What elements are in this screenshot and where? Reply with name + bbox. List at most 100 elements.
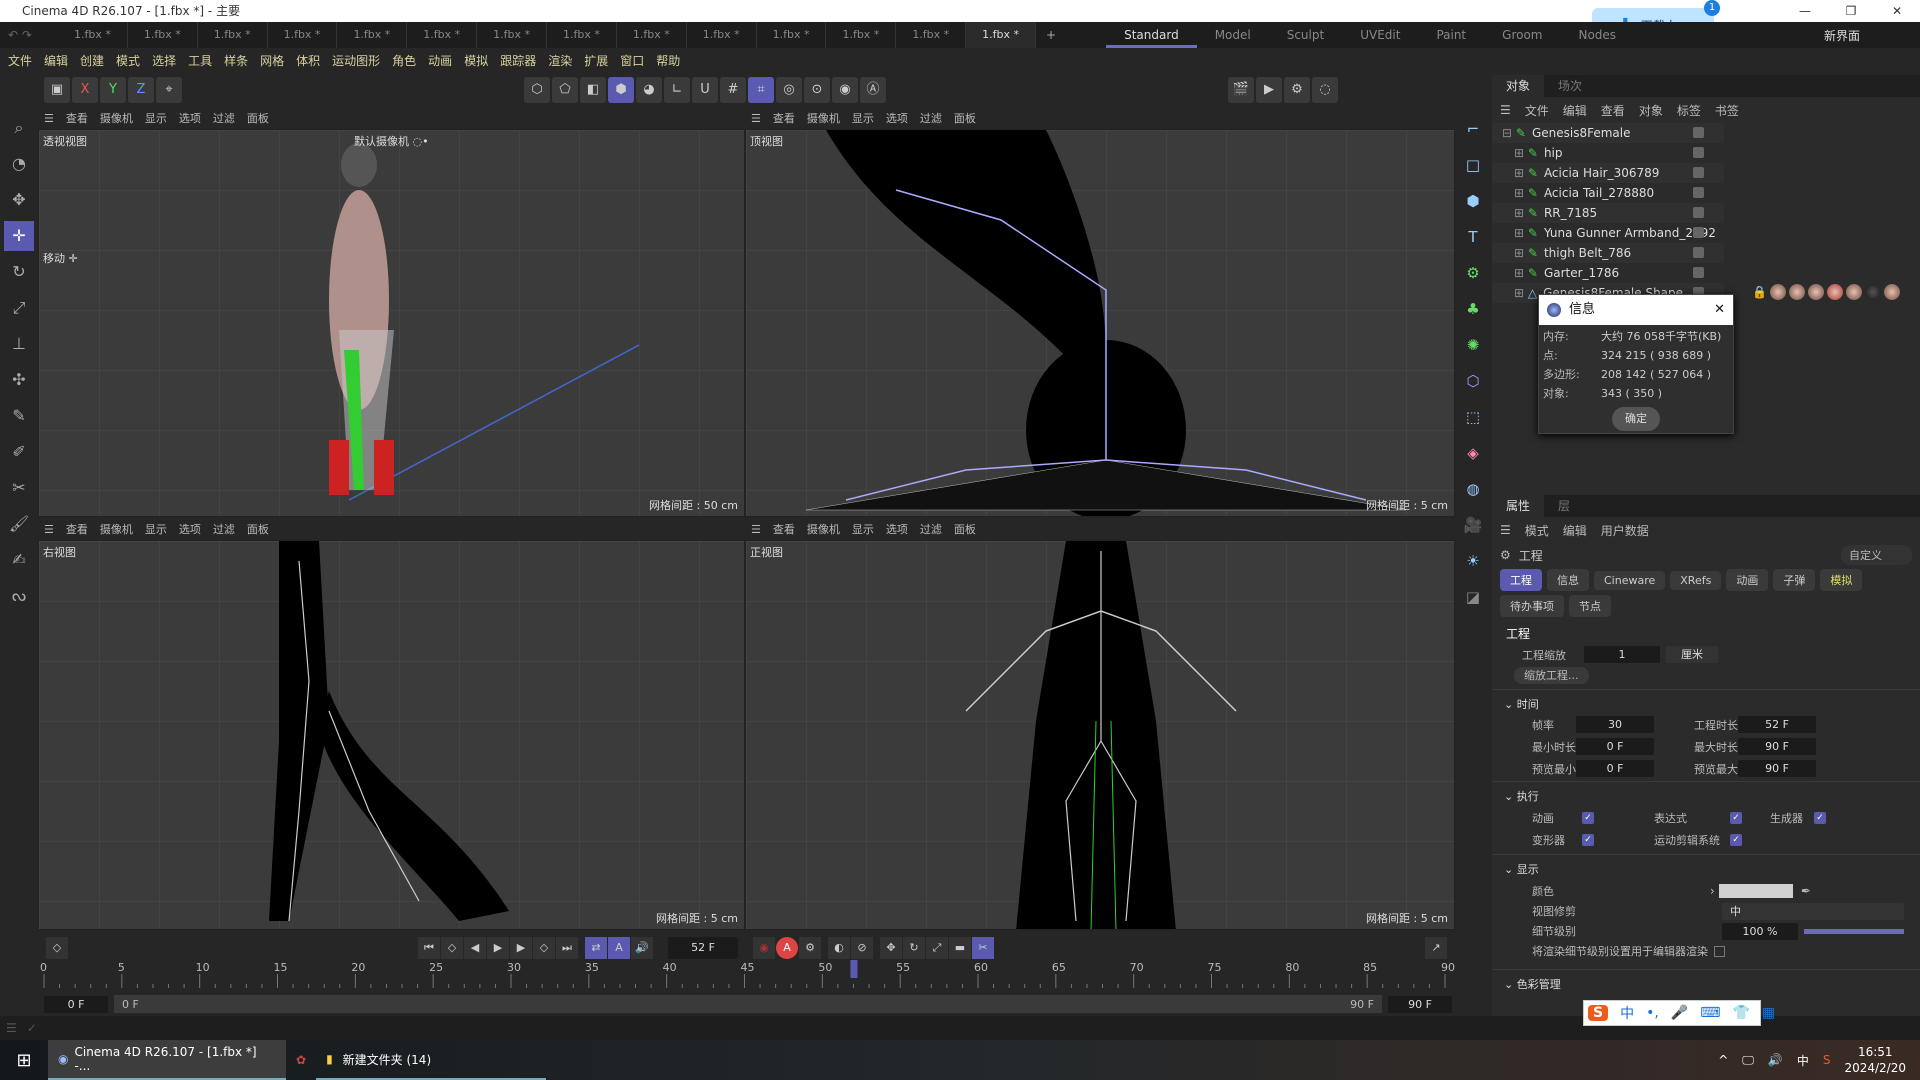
- viewport-menu-item[interactable]: 显示: [852, 110, 874, 126]
- visibility-checkbox[interactable]: [1693, 247, 1704, 258]
- sound-icon[interactable]: 🔊: [631, 937, 653, 959]
- viewport-menu-item[interactable]: 面板: [247, 110, 269, 126]
- file-tab[interactable]: 1.fbx *: [268, 22, 338, 48]
- search-icon[interactable]: ⌕: [4, 113, 34, 143]
- ime-skin-icon[interactable]: 👕: [1732, 1005, 1749, 1021]
- magnet-icon[interactable]: U: [692, 77, 718, 103]
- tray-chevron-icon[interactable]: ^: [1718, 1053, 1728, 1067]
- time-section[interactable]: ⌄ 时间: [1492, 689, 1920, 712]
- close-button[interactable]: ✕: [1874, 0, 1920, 22]
- view-clip-dropdown[interactable]: 中: [1722, 902, 1904, 920]
- mograph-icon[interactable]: ♣: [1459, 295, 1487, 323]
- scale-field[interactable]: 1: [1584, 646, 1660, 663]
- viewport-menu-item[interactable]: 摄像机: [807, 110, 840, 126]
- expand-icon[interactable]: ⊞: [1514, 166, 1528, 180]
- ime-mode[interactable]: 中: [1620, 1003, 1634, 1023]
- color-management-section[interactable]: ⌄ 色彩管理: [1492, 969, 1920, 992]
- taskbar-item-cinema4d[interactable]: ◉ Cinema 4D R26.107 - [1.fbx *] -...: [48, 1040, 286, 1080]
- ime-voice-icon[interactable]: 🎤: [1671, 1005, 1688, 1021]
- prev-frame-icon[interactable]: ◀: [464, 937, 486, 959]
- fps-field[interactable]: 30: [1576, 716, 1654, 733]
- execute-section[interactable]: ⌄ 执行: [1492, 781, 1920, 804]
- timeline-graph-icon[interactable]: ↗: [1425, 937, 1447, 959]
- next-frame-icon[interactable]: ▶: [510, 937, 532, 959]
- lod-slider[interactable]: [1804, 928, 1904, 934]
- attr-tab-button[interactable]: 模拟: [1820, 569, 1863, 591]
- preview-max-field[interactable]: 90 F: [1738, 760, 1816, 777]
- key-settings-icon[interactable]: ⚙: [799, 937, 821, 959]
- twist-icon[interactable]: ᔓ: [4, 581, 34, 611]
- ime-punct[interactable]: •,: [1646, 1005, 1659, 1021]
- field-icon[interactable]: ⬡: [1459, 367, 1487, 395]
- attr-tab-button[interactable]: 子弹: [1773, 569, 1816, 591]
- taskbar-item-folder[interactable]: ▮ 新建文件夹 (14): [316, 1040, 547, 1080]
- next-key-icon[interactable]: ◇: [533, 937, 555, 959]
- menu-item[interactable]: 模式: [116, 52, 140, 69]
- viewport-top[interactable]: 顶视图 网格间距 : 5 cm: [745, 129, 1455, 517]
- sogou-tray-icon[interactable]: S: [1823, 1053, 1831, 1067]
- visibility-checkbox[interactable]: [1693, 127, 1704, 138]
- menu-item[interactable]: 查看: [1601, 102, 1625, 119]
- camera-label[interactable]: 默认摄像机 ◌•: [354, 133, 429, 149]
- menu-item[interactable]: 模式: [1525, 522, 1549, 539]
- tab-takes[interactable]: 场次: [1544, 75, 1596, 97]
- hamburger-icon[interactable]: ☰: [44, 523, 54, 536]
- list-item[interactable]: ⊞ ✎ Acicia Hair_306789: [1492, 163, 1724, 183]
- move-icon[interactable]: ✛: [4, 221, 34, 251]
- axis-z-button[interactable]: Z: [128, 77, 154, 103]
- menu-item[interactable]: 扩展: [584, 52, 608, 69]
- rotation-key-icon[interactable]: ↻: [903, 937, 925, 959]
- close-icon[interactable]: ✕: [1714, 295, 1725, 325]
- go-start-icon[interactable]: ⏮: [418, 937, 440, 959]
- edit-render-settings-icon[interactable]: ⚙: [1284, 77, 1310, 103]
- list-item[interactable]: ⊞ ✎ hip: [1492, 143, 1724, 163]
- snap-icon[interactable]: ⌗: [748, 77, 774, 103]
- go-end-icon[interactable]: ⏭: [556, 937, 578, 959]
- menu-item[interactable]: 编辑: [1563, 522, 1587, 539]
- render-view-icon[interactable]: 🎬: [1228, 77, 1254, 103]
- deformer-icon[interactable]: ✺: [1459, 331, 1487, 359]
- viewport-menu-item[interactable]: 过滤: [213, 521, 235, 537]
- edges-mode-icon[interactable]: ⬠: [552, 77, 578, 103]
- motion-icon[interactable]: ◐: [828, 937, 850, 959]
- viewport-menu-item[interactable]: 摄像机: [100, 521, 133, 537]
- display-section[interactable]: ⌄ 显示: [1492, 854, 1920, 877]
- tab-attributes[interactable]: 属性: [1492, 495, 1545, 517]
- network-icon[interactable]: 🖵: [1742, 1053, 1754, 1068]
- menu-item[interactable]: 创建: [80, 52, 104, 69]
- paint-icon[interactable]: 🖌: [4, 509, 34, 539]
- expand-icon[interactable]: ⊞: [1514, 146, 1528, 160]
- menu-item[interactable]: 编辑: [1563, 102, 1587, 119]
- viewport-menu-item[interactable]: 显示: [852, 521, 874, 537]
- tab-objects[interactable]: 对象: [1492, 75, 1545, 97]
- file-tab[interactable]: 1.fbx *: [128, 22, 198, 48]
- scale-key-icon[interactable]: ⤢: [926, 937, 948, 959]
- layout-tab[interactable]: Model: [1197, 22, 1269, 48]
- menu-item[interactable]: 文件: [1525, 102, 1549, 119]
- file-tab[interactable]: 1.fbx *: [477, 22, 548, 48]
- attr-tab-button[interactable]: 待办事项: [1500, 595, 1564, 617]
- menu-item[interactable]: 用户数据: [1601, 522, 1649, 539]
- file-tab[interactable]: 1.fbx *: [58, 22, 128, 48]
- viewport-menu-item[interactable]: 过滤: [213, 110, 235, 126]
- knife-icon[interactable]: ✂: [4, 473, 34, 503]
- null-icon[interactable]: ⬚: [1459, 403, 1487, 431]
- expand-icon[interactable]: ⊞: [1514, 246, 1528, 260]
- autokey-mode-icon[interactable]: A: [608, 937, 630, 959]
- color-swatch[interactable]: [1718, 884, 1793, 898]
- file-tab[interactable]: 1.fbx *: [757, 22, 827, 48]
- attr-tab-button[interactable]: Cineware: [1594, 570, 1666, 590]
- render-picture-viewer-icon[interactable]: ▶: [1256, 77, 1282, 103]
- coordinate-system-icon[interactable]: ⌖: [156, 77, 182, 103]
- viewport-menu-item[interactable]: 过滤: [920, 521, 942, 537]
- spline-icon[interactable]: □: [1459, 151, 1487, 179]
- record-icon[interactable]: ◉: [753, 937, 775, 959]
- transform-icon[interactable]: ✣: [4, 365, 34, 395]
- layout-tab[interactable]: UVEdit: [1342, 22, 1418, 48]
- generator-icon[interactable]: ⚙: [1459, 259, 1487, 287]
- render-settings-icon[interactable]: ◉: [832, 77, 858, 103]
- attr-tab-button[interactable]: XRefs: [1670, 570, 1722, 590]
- eyedropper-icon[interactable]: ✒: [1801, 884, 1811, 898]
- render-icon[interactable]: Ⓐ: [860, 77, 886, 103]
- menu-item[interactable]: 体积: [296, 52, 320, 69]
